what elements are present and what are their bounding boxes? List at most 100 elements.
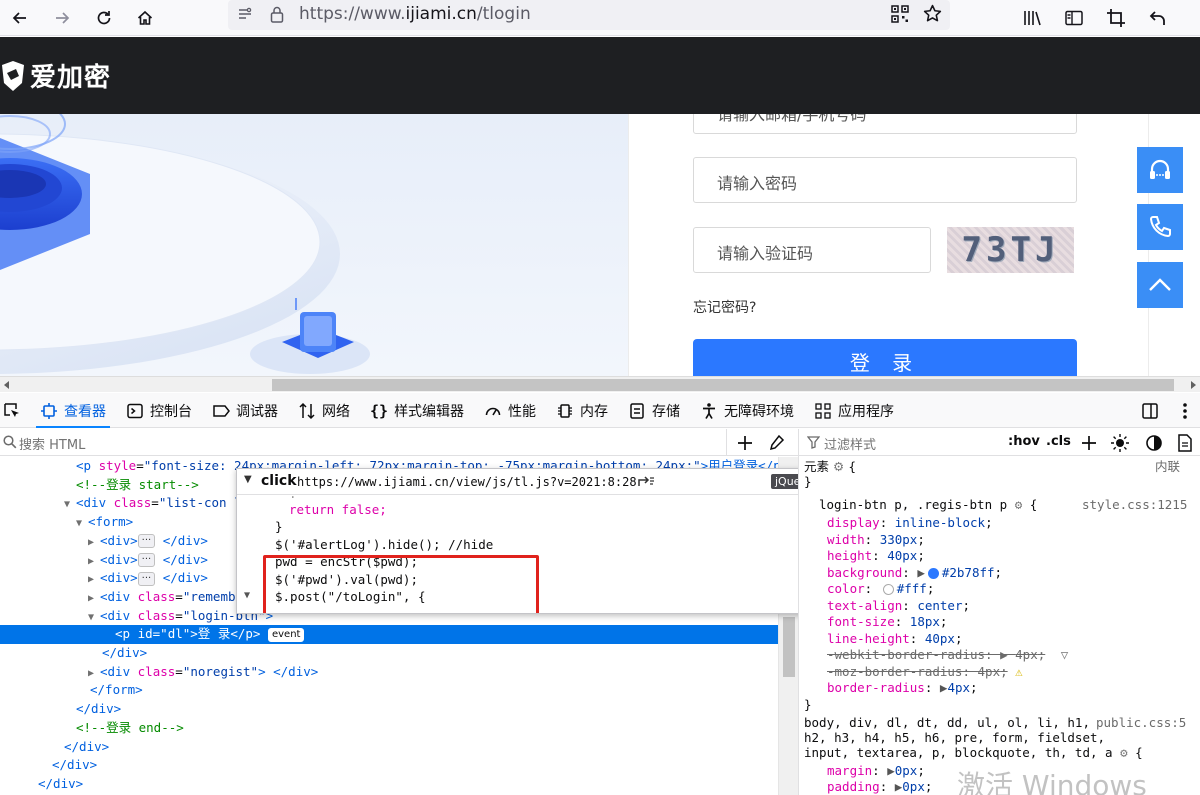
css-declaration[interactable]: height: 40px; [827,548,925,565]
tree-node[interactable]: <!--登录 end--> [0,719,778,738]
account-input[interactable]: 请输入邮箱/手机号码 [693,114,1077,134]
eyedropper-icon[interactable] [768,434,785,451]
ellipsis-badge[interactable]: ··· [137,571,156,586]
site-logo[interactable]: 爱加密 [0,57,111,94]
css-declaration[interactable]: display: inline-block; [827,515,993,532]
css-declaration[interactable]: padding: ▶0px; [827,779,932,795]
color-swatch[interactable] [882,584,894,595]
login-button[interactable]: 登 录 [693,339,1077,376]
tree-node[interactable]: </div> [0,775,778,794]
captcha-image[interactable]: 73TJ [947,227,1074,273]
dock-button[interactable] [1140,393,1160,428]
lock-icon[interactable] [268,5,286,24]
expand-arrow-icon[interactable]: ▶ [887,763,895,778]
node-tag: <p [76,458,99,473]
home-button[interactable] [131,4,159,32]
gear-icon[interactable]: ⚙ [833,459,844,474]
undo-button[interactable] [1144,4,1172,32]
tree-node[interactable]: </form> [0,681,778,700]
tree-node[interactable]: </div> [0,700,778,719]
rules-filter-input[interactable]: 过滤样式 [824,434,876,453]
bookmark-star-icon[interactable] [922,3,943,24]
reload-button[interactable] [90,4,118,32]
tab-performance[interactable]: 性能 [484,393,536,428]
filter-rules-icon[interactable]: ▽ [1061,647,1069,662]
css-declaration[interactable]: margin: ▶0px; [827,763,925,780]
light-theme-icon[interactable] [1111,434,1129,452]
password-input[interactable]: 请输入密码 [693,157,1077,203]
add-node-icon[interactable] [737,435,753,451]
tab-label: 查看器 [64,403,106,420]
gear-icon[interactable]: ⚙ [1120,745,1128,760]
css-declaration[interactable]: font-size: 18px; [827,614,947,631]
library-button[interactable] [1018,4,1046,32]
forward-button[interactable] [48,4,76,32]
css-declaration[interactable]: color: #fff; [827,581,934,598]
devtools-menu-button[interactable] [1175,393,1195,428]
css-declaration-warning[interactable]: -moz-border-radius: 4px; ⚠ [827,664,1023,681]
qr-code-icon[interactable] [890,4,910,24]
url-text[interactable]: https://www.ijiami.cn/tlogin [299,4,531,24]
node-tag: </div> [76,701,122,717]
ellipsis-badge[interactable]: ··· [137,534,156,549]
event-badge[interactable]: event [267,627,305,642]
scrollbar-thumb[interactable] [783,617,795,677]
css-declaration[interactable]: border-radius: ▶4px; [827,680,978,697]
tab-accessibility[interactable]: 无障碍环境 [700,393,794,428]
code-line: return false; [289,501,387,519]
gear-icon[interactable]: ⚙ [1015,497,1023,512]
cls-toggle[interactable]: .cls [1046,434,1071,449]
rule-selector[interactable]: input, textarea, p, blockquote, th, td, … [804,745,1143,762]
css-declaration[interactable]: line-height: 40px; [827,631,963,648]
open-in-debugger-icon[interactable] [637,474,655,488]
back-to-top-button[interactable] [1137,262,1183,308]
customer-service-button[interactable] [1137,147,1183,193]
forgot-password-link[interactable]: 忘记密码? [693,297,756,317]
rule-source-link[interactable]: style.css:1215 [1082,497,1187,514]
tree-node-selected[interactable]: <p id="dl">登 录</p> event [0,625,778,644]
warning-icon[interactable]: ⚠ [1015,664,1023,679]
tree-node[interactable]: </div> [0,756,778,775]
fold-arrow-icon[interactable]: ▼ [244,590,250,601]
css-declaration[interactable]: width: 330px; [827,532,925,549]
scroll-left-icon[interactable] [2,380,12,390]
color-swatch[interactable] [927,567,939,579]
add-rule-icon[interactable] [1081,435,1097,451]
url-bar[interactable]: https://www.ijiami.cn/tlogin [228,0,950,30]
rule-selector[interactable]: login-btn p, .regis-btn p ⚙ { [819,497,1037,514]
hov-toggle[interactable]: :hov [1008,434,1040,449]
css-declaration-overridden[interactable]: -webkit-border-radius: ▶ 4px; ▽ [827,647,1068,664]
screenshot-button[interactable] [1102,4,1130,32]
captcha-input[interactable]: 请输入验证码 [693,227,931,273]
dark-theme-icon[interactable] [1145,434,1163,452]
sidebar-button[interactable] [1060,4,1088,32]
ellipsis-badge[interactable]: ··· [137,553,156,567]
tab-application[interactable]: 应用程序 [814,393,894,428]
event-source-url[interactable]: https://www.ijiami.cn/view/js/tl.js?v=20… [297,475,637,489]
css-declaration[interactable]: text-align: center; [827,598,970,615]
site-info-icon[interactable] [236,5,254,23]
print-simulation-icon[interactable] [1177,434,1193,452]
collapse-arrow-icon[interactable]: ▼ [244,474,252,485]
tree-node[interactable]: </div> [0,644,778,663]
chevron-up-icon [1149,278,1171,291]
page-horizontal-scrollbar[interactable] [0,376,1200,392]
scrollbar-thumb[interactable] [272,379,1174,391]
back-button[interactable] [6,4,34,32]
tab-network[interactable]: 网络 [298,393,350,428]
css-declaration[interactable]: background: ▶ #2b78ff; [827,565,1002,582]
tab-memory[interactable]: 内存 [556,393,608,428]
expand-arrow-icon[interactable]: ▶ [917,565,925,580]
tab-console[interactable]: 控制台 [126,393,192,428]
html-search-input[interactable]: 搜索 HTML [19,434,85,453]
tree-node[interactable]: </div> [0,738,778,757]
tab-style-editor[interactable]: {} 样式编辑器 [370,393,464,428]
tab-storage[interactable]: 存储 [628,393,680,428]
element-picker-button[interactable] [2,393,22,428]
tab-inspector[interactable]: 查看器 [36,393,110,428]
tree-node[interactable]: ▶ <div class="noregist"> </div> [0,663,778,682]
tab-debugger[interactable]: 调试器 [212,393,278,428]
scroll-right-icon[interactable] [1188,380,1198,390]
phone-button[interactable] [1137,204,1183,250]
rule-source-link[interactable]: public.css:5 [1096,715,1186,732]
